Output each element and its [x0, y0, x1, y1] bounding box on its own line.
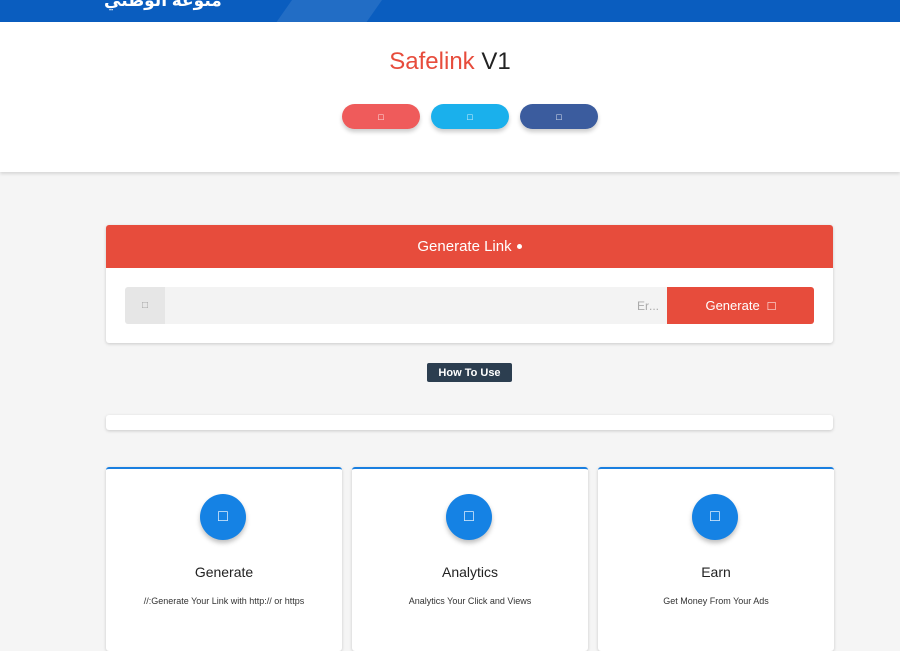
generate-feature-icon: □ [200, 494, 246, 540]
dot-icon [516, 244, 522, 249]
feature-description: Analytics Your Click and Views [408, 596, 532, 606]
hero-section: Safelink V1 □ □ □ [0, 22, 900, 172]
how-to-use-button[interactable]: How To Use [427, 363, 512, 382]
social-button-google[interactable]: □ [342, 104, 420, 129]
feature-description: Get Money From Your Ads [663, 596, 769, 606]
top-bar: منوعة الوطني [0, 0, 900, 22]
social-buttons: □ □ □ [342, 104, 598, 129]
feature-card-generate: □ Generate //:Generate Your Link with ht… [106, 467, 342, 651]
feature-title: Analytics [441, 564, 499, 580]
generate-button-icon: □ [767, 298, 776, 313]
generate-link-title: Generate Link [417, 238, 512, 255]
twitter-icon: □ [467, 111, 473, 122]
facebook-icon: □ [556, 111, 562, 122]
generate-button[interactable]: Generate □ [667, 287, 814, 324]
generate-form: □ Generate □ [125, 287, 814, 324]
topbar-decoration [270, 0, 404, 22]
feature-card-earn: □ Earn Get Money From Your Ads [598, 467, 834, 651]
analytics-feature-icon: □ [446, 494, 492, 540]
page-title: Safelink V1 [0, 48, 900, 76]
title-safelink: Safelink [389, 48, 475, 75]
feature-title: Generate [194, 564, 254, 580]
feature-title: Earn [701, 564, 731, 580]
site-brand[interactable]: منوعة الوطني [104, 0, 222, 11]
link-icon: □ [125, 287, 165, 324]
earn-feature-icon: □ [692, 494, 738, 540]
social-button-twitter[interactable]: □ [431, 104, 509, 129]
url-input[interactable] [165, 287, 667, 324]
result-card [106, 415, 833, 430]
generate-button-label: Generate [705, 298, 760, 313]
feature-description: //:Generate Your Link with http:// or ht… [143, 596, 305, 606]
social-button-facebook[interactable]: □ [520, 104, 598, 129]
generate-link-card: Generate Link □ Generate □ [106, 225, 833, 343]
generate-link-header: Generate Link [106, 225, 833, 268]
feature-card-analytics: □ Analytics Analytics Your Click and Vie… [352, 467, 588, 651]
google-icon: □ [378, 111, 384, 122]
title-version: V1 [474, 48, 511, 75]
